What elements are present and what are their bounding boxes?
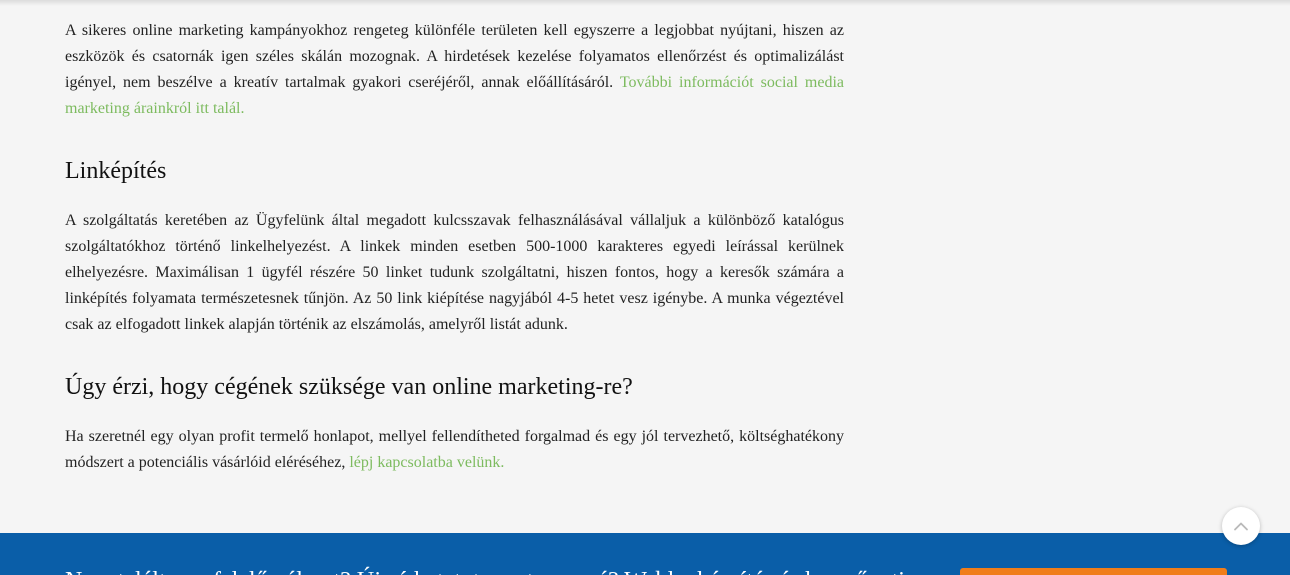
heading-online-marketing-question: Úgy érzi, hogy cégének szüksége van onli… [65, 374, 633, 400]
header-shadow [0, 0, 1290, 6]
contact-us-link[interactable]: lépj kapcsolatba velünk. [349, 454, 504, 471]
cta-band-text: Nem talált megfelelő választ? Újraírhata… [65, 565, 925, 575]
chevron-up-icon [1233, 521, 1249, 531]
heading-linkepites: Linképítés [65, 158, 167, 184]
scroll-to-top-button[interactable] [1222, 507, 1260, 545]
paragraph-contact: Ha szeretnél egy olyan profit termelő ho… [65, 424, 844, 476]
paragraph-linkepites: A szolgáltatás keretében az Ügyfelünk ál… [65, 212, 844, 333]
cta-band: Nem talált megfelelő választ? Újraírhata… [0, 533, 1290, 575]
cta-button[interactable] [960, 568, 1227, 575]
paragraph-intro: A sikeres online marketing kampányokhoz … [65, 18, 844, 122]
